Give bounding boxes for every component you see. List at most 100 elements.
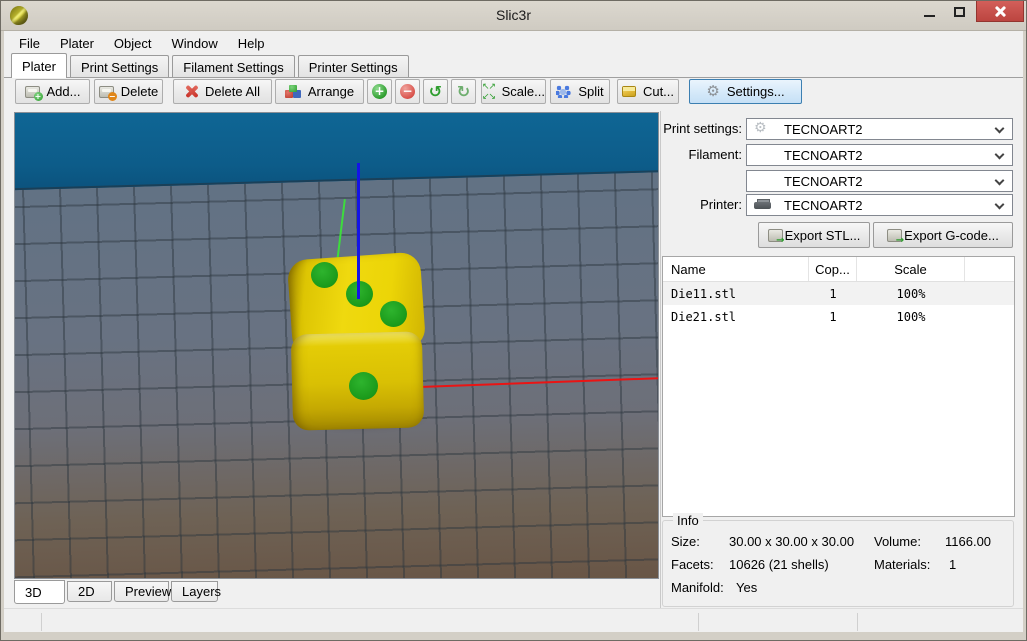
window-title: Slic3r xyxy=(1,7,1026,23)
decrease-copies-button[interactable]: − xyxy=(395,79,420,104)
object-list-table[interactable]: Name Cop... Scale Die11.stl 1 100% Die21… xyxy=(662,256,1015,517)
print-settings-select[interactable]: ⚙ TECNOART2 xyxy=(746,118,1013,140)
column-header-name[interactable]: Name xyxy=(663,257,809,281)
chevron-down-icon xyxy=(995,200,1005,210)
split-button[interactable]: Split xyxy=(550,79,610,104)
arrange-button-label: Arrange xyxy=(308,84,354,99)
table-row[interactable]: Die21.stl 1 100% xyxy=(663,305,1014,328)
plater-toolbar: + Add... − Delete Delete All Arrange + −… xyxy=(4,79,1025,107)
settings-button[interactable]: ⚙ Settings... xyxy=(689,79,802,104)
settings-button-label: Settings... xyxy=(727,84,785,99)
split-icon xyxy=(556,85,571,98)
maximize-icon xyxy=(954,7,965,17)
rotate-cw-icon: ↻ xyxy=(457,82,470,101)
tab-printer-settings[interactable]: Printer Settings xyxy=(298,55,409,77)
column-header-copies[interactable]: Cop... xyxy=(809,257,857,281)
menu-bar: File Plater Object Window Help xyxy=(4,32,1025,54)
volume-label: Volume: xyxy=(874,534,921,549)
column-header-spacer xyxy=(965,257,1014,281)
export-gcode-button[interactable]: Export G-code... xyxy=(873,222,1013,248)
chevron-down-icon xyxy=(995,124,1005,134)
chevron-down-icon xyxy=(995,176,1005,186)
table-row[interactable]: Die11.stl 1 100% xyxy=(663,282,1014,305)
cut-button-label: Cut... xyxy=(643,84,674,99)
panel-separator xyxy=(660,111,661,608)
close-button[interactable] xyxy=(976,1,1024,22)
window-frame xyxy=(1023,31,1026,640)
settings-gear-icon: ⚙ xyxy=(706,84,719,99)
title-bar: Slic3r xyxy=(1,1,1026,31)
size-label: Size: xyxy=(671,534,700,549)
menu-help[interactable]: Help xyxy=(228,33,275,54)
add-button[interactable]: + Add... xyxy=(15,79,90,104)
chevron-down-icon xyxy=(995,150,1005,160)
filament-label: Filament: xyxy=(654,144,742,166)
split-button-label: Split xyxy=(578,84,603,99)
status-divider xyxy=(698,613,699,631)
info-group-box: Info Size: 30.00 x 30.00 x 30.00 Volume:… xyxy=(662,520,1014,607)
slic3r-window: Slic3r File Plater Object Window Help Pl… xyxy=(0,0,1027,641)
delete-button[interactable]: − Delete xyxy=(94,79,163,104)
cut-button[interactable]: Cut... xyxy=(617,79,679,104)
manifold-value: Yes xyxy=(736,580,757,595)
printer-icon xyxy=(754,199,771,212)
arrange-icon xyxy=(285,85,301,98)
menu-window[interactable]: Window xyxy=(162,33,228,54)
filament-select[interactable]: TECNOART2 xyxy=(746,144,1013,166)
minimize-button[interactable] xyxy=(914,1,944,23)
materials-value: 1 xyxy=(949,557,956,572)
minimize-icon xyxy=(924,15,935,17)
facets-value: 10626 (21 shells) xyxy=(729,557,829,572)
export-stl-button[interactable]: Export STL... xyxy=(758,222,870,248)
menu-file[interactable]: File xyxy=(9,33,50,54)
status-bar xyxy=(4,608,1025,634)
rotate-cw-button[interactable]: ↻ xyxy=(451,79,476,104)
status-divider xyxy=(857,613,858,631)
printer-select[interactable]: TECNOART2 xyxy=(746,194,1013,216)
scale-button-label: Scale... xyxy=(502,84,545,99)
scale-icon xyxy=(482,85,495,99)
rotate-ccw-icon: ↺ xyxy=(429,82,442,101)
column-header-scale[interactable]: Scale xyxy=(857,257,965,281)
plus-icon: + xyxy=(372,84,387,99)
view-tab-preview[interactable]: Preview xyxy=(114,581,169,602)
maximize-button[interactable] xyxy=(944,1,974,23)
arrange-button[interactable]: Arrange xyxy=(275,79,364,104)
tab-print-settings[interactable]: Print Settings xyxy=(70,55,169,77)
delete-all-button-label: Delete All xyxy=(205,84,260,99)
scale-button[interactable]: Scale... xyxy=(481,79,546,104)
table-header: Name Cop... Scale xyxy=(663,257,1014,282)
3d-viewport[interactable] xyxy=(14,112,659,579)
volume-value: 1166.00 xyxy=(945,534,991,549)
view-tab-2d[interactable]: 2D xyxy=(67,581,112,602)
increase-copies-button[interactable]: + xyxy=(367,79,392,104)
minus-icon: − xyxy=(400,84,415,99)
window-frame xyxy=(1,31,4,640)
delete-all-button[interactable]: Delete All xyxy=(173,79,272,104)
delete-all-icon xyxy=(185,85,198,98)
info-title: Info xyxy=(673,513,703,528)
die-pip xyxy=(311,262,338,288)
menu-object[interactable]: Object xyxy=(104,33,162,54)
die-pip xyxy=(349,372,378,400)
rotate-ccw-button[interactable]: ↺ xyxy=(423,79,448,104)
export-stl-icon xyxy=(768,229,783,242)
add-button-label: Add... xyxy=(47,84,81,99)
size-value: 30.00 x 30.00 x 30.00 xyxy=(729,534,854,549)
view-tab-layers[interactable]: Layers xyxy=(171,581,218,602)
manifold-label: Manifold: xyxy=(671,580,724,595)
die-pip xyxy=(380,301,407,327)
printer-label: Printer: xyxy=(654,194,742,216)
filament-2-select[interactable]: TECNOART2 xyxy=(746,170,1013,192)
menu-plater[interactable]: Plater xyxy=(50,33,104,54)
add-object-icon: + xyxy=(25,86,40,98)
cut-icon xyxy=(622,86,636,97)
tab-plater[interactable]: Plater xyxy=(11,53,67,78)
export-gcode-icon xyxy=(887,229,902,242)
view-tab-3d[interactable]: 3D xyxy=(14,580,65,604)
tab-filament-settings[interactable]: Filament Settings xyxy=(172,55,294,77)
materials-label: Materials: xyxy=(874,557,930,572)
main-tab-bar: Plater Print Settings Filament Settings … xyxy=(4,54,1025,78)
window-frame xyxy=(1,632,1026,640)
delete-button-label: Delete xyxy=(121,84,159,99)
